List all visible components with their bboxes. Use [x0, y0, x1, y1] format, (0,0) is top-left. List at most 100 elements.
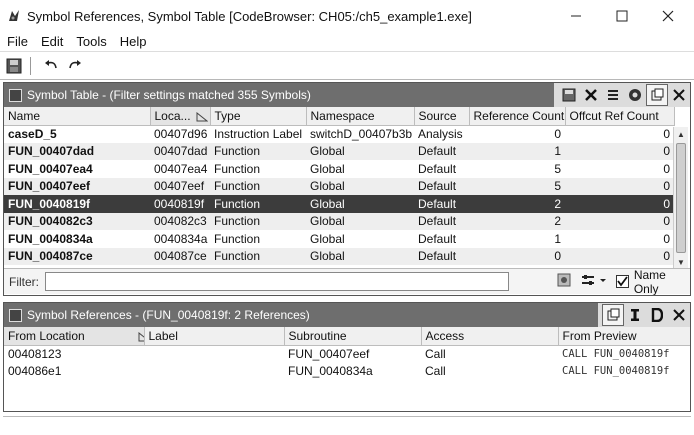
symbol-table-actions — [554, 83, 690, 107]
table-row[interactable]: FUN_004087ce 004087ce Function Global Defaul… — [4, 247, 674, 265]
table-row[interactable]: FUN_00407dad 00407dad Function Global Defaul… — [4, 142, 674, 160]
cell-from-preview: CALL FUN_0040819f — [562, 348, 670, 360]
column-header-from-preview[interactable]: From Preview — [558, 327, 690, 346]
table-row[interactable]: FUN_0040834a 0040834a Function Global Defaul… — [4, 230, 674, 248]
table-row[interactable]: caseD_5 00407d96 Instruction Label switchD_… — [4, 125, 674, 143]
table-row[interactable]: 00408123 FUN_00407eef Call CALL FUN_0040819… — [4, 345, 690, 363]
column-header-reference-count[interactable]: Reference Count — [469, 107, 566, 126]
cell-namespace: Global — [306, 142, 414, 160]
cell-access: Call — [425, 364, 446, 379]
data-filter-icon[interactable] — [646, 304, 668, 326]
column-header-type[interactable]: Type — [210, 107, 307, 126]
cell-type: Function — [210, 177, 306, 195]
column-header-access[interactable]: Access — [421, 327, 559, 346]
symbol-table-scrollbar[interactable]: ▲ ▼ — [673, 127, 688, 269]
cell-location: 00407d96 — [154, 127, 208, 141]
title-bar: Symbol References, Symbol Table [CodeBro… — [0, 0, 694, 32]
instruction-filter-icon[interactable] — [624, 304, 646, 326]
name-only-checkbox[interactable] — [615, 275, 629, 288]
cell-namespace: Global — [310, 231, 345, 246]
filter-clear-icon[interactable] — [556, 272, 572, 291]
symbol-table-panel: Symbol Table - (Filter settings matched … — [3, 82, 691, 296]
menu-tools[interactable]: Tools — [69, 34, 112, 49]
filter-input[interactable] — [45, 272, 509, 291]
menu-file[interactable]: File — [0, 34, 34, 49]
toolbar-separator — [30, 56, 31, 75]
cell-namespace: Global — [306, 212, 414, 230]
cell-namespace: Global — [306, 195, 414, 213]
status-bar — [3, 416, 691, 432]
menu-edit[interactable]: Edit — [34, 34, 69, 49]
cell-source: Default — [418, 231, 457, 246]
name-only-option[interactable]: Name Only — [615, 268, 690, 295]
snapshot-icon[interactable] — [646, 84, 668, 106]
cell-type: Function — [210, 142, 306, 160]
column-header-label[interactable]: Label — [144, 327, 285, 346]
cell-location: 00407eef — [150, 177, 210, 195]
cell-offcut-ref-count: 0 — [663, 231, 670, 246]
cell-subroutine: FUN_00407eef — [288, 347, 370, 361]
column-header-name[interactable]: Name — [4, 107, 151, 126]
cell-source: Default — [414, 195, 469, 213]
table-row[interactable]: FUN_0040819f 0040819f Function Global Defaul… — [4, 195, 674, 213]
filter-list-icon[interactable] — [602, 84, 624, 106]
table-row[interactable]: 004086e1 FUN_0040834a Call CALL FUN_0040819… — [4, 363, 690, 381]
cell-subroutine: FUN_0040834a — [288, 364, 373, 379]
symbol-table: Name Loca... Type Namespace Source Refer… — [4, 107, 675, 265]
toolbar-divider — [0, 79, 694, 80]
scroll-up-arrow-icon[interactable]: ▲ — [674, 127, 688, 141]
cell-namespace: switchD_00407b3b — [310, 127, 413, 141]
cell-from-location: 00408123 — [8, 347, 62, 361]
cell-reference-count: 5 — [554, 161, 561, 176]
column-header-source[interactable]: Source — [414, 107, 470, 126]
table-row[interactable]: FUN_00407eef 00407eef Function Global Defaul… — [4, 177, 674, 195]
cell-source: Default — [418, 161, 457, 176]
cell-source: Analysis — [418, 127, 463, 141]
cell-name: FUN_00407ea4 — [8, 161, 93, 176]
undo-icon[interactable] — [41, 56, 61, 76]
cell-reference-count: 0 — [554, 127, 561, 141]
menu-help[interactable]: Help — [113, 34, 153, 49]
cell-source: Default — [414, 212, 469, 230]
cell-namespace: Global — [306, 247, 414, 265]
symbol-references-actions — [598, 303, 690, 327]
save-icon[interactable] — [4, 56, 24, 76]
table-row[interactable]: FUN_004082c3 004082c3 Function Global Defaul… — [4, 212, 674, 230]
save-as-icon[interactable] — [558, 84, 580, 106]
cell-reference-count: 2 — [469, 212, 565, 230]
cell-offcut-ref-count: 0 — [663, 161, 670, 176]
column-header-location[interactable]: Loca... — [150, 107, 211, 126]
cell-access: Call — [425, 347, 446, 361]
column-header-from-location[interactable]: From Location — [4, 327, 145, 346]
cell-offcut-ref-count: 0 — [663, 127, 670, 141]
close-window-button[interactable] — [645, 0, 691, 32]
cell-source: Default — [414, 177, 469, 195]
cell-offcut-ref-count: 0 — [565, 142, 674, 160]
redo-icon[interactable] — [65, 56, 85, 76]
column-header-namespace[interactable]: Namespace — [306, 107, 415, 126]
sort-ascending-icon — [196, 111, 209, 122]
close-panel-icon[interactable] — [668, 84, 690, 106]
scrollbar-thumb[interactable] — [676, 143, 686, 253]
cell-source: Default — [414, 247, 469, 265]
cell-label — [144, 363, 284, 381]
cell-from-preview: CALL FUN_0040819f — [562, 365, 670, 378]
maximize-button[interactable] — [599, 0, 645, 32]
symbol-table-body: caseD_5 00407d96 Instruction Label switchD_… — [4, 125, 674, 265]
column-header-offcut-ref-count[interactable]: Offcut Ref Count — [565, 107, 675, 126]
settings-gear-icon[interactable] — [624, 84, 646, 106]
column-header-location-label: Loca... — [154, 108, 191, 123]
minimize-button[interactable] — [553, 0, 599, 32]
cell-location: 00407dad — [150, 142, 210, 160]
window-title: Symbol References, Symbol Table [CodeBro… — [27, 8, 472, 24]
delete-icon[interactable] — [580, 84, 602, 106]
symbol-table-header-row: Name Loca... Type Namespace Source Refer… — [4, 107, 675, 126]
references-header-row: From Location Label Subroutine Access Fr… — [4, 327, 690, 346]
filter-options-icon[interactable] — [580, 272, 608, 291]
close-references-panel-icon[interactable] — [668, 304, 690, 326]
references-snapshot-icon[interactable] — [602, 304, 624, 326]
column-header-subroutine[interactable]: Subroutine — [284, 327, 422, 346]
symbol-references-title: Symbol References - (FUN_0040819f: 2 Ref… — [27, 308, 310, 322]
cell-location: 00407ea4 — [154, 161, 208, 176]
table-row[interactable]: FUN_00407ea4 00407ea4 Function Global Defaul… — [4, 160, 674, 178]
